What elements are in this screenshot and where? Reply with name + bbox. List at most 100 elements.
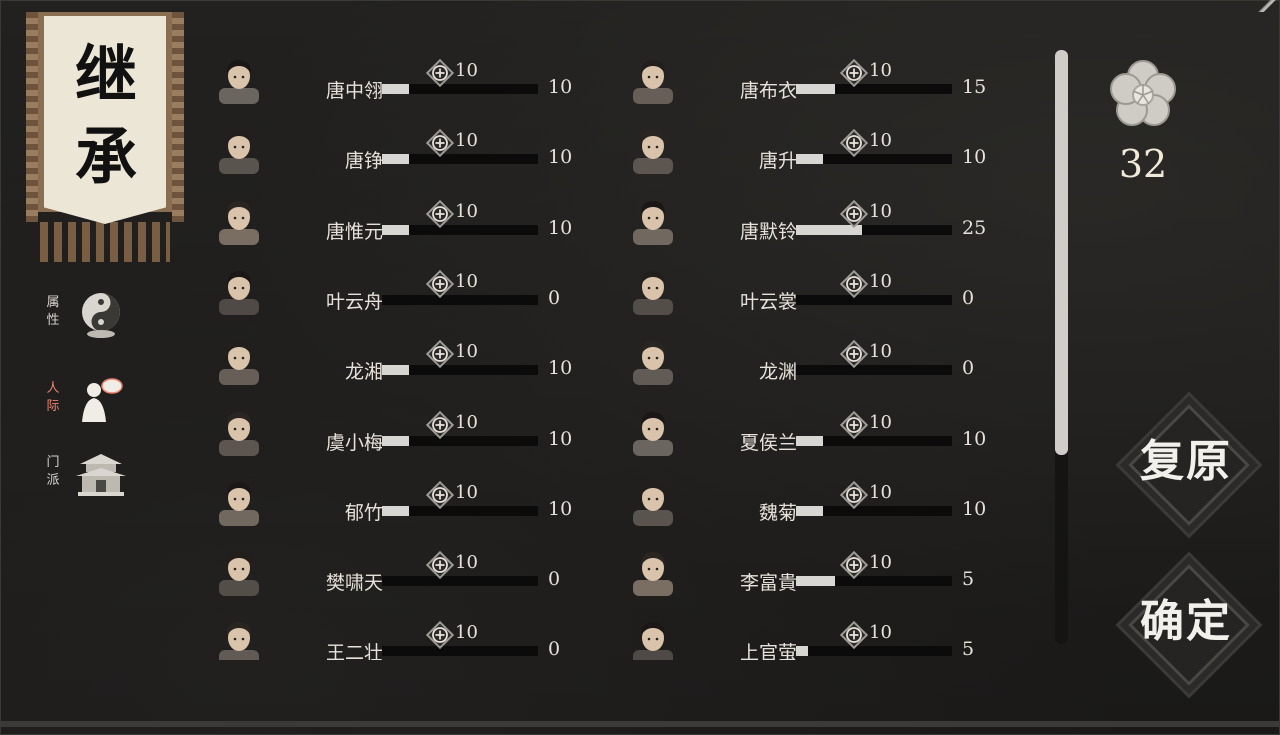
plus-amount: 10: [869, 60, 892, 81]
inheritance-banner: 继 承: [26, 12, 184, 262]
plus-icon[interactable]: [425, 58, 455, 88]
scrollbar[interactable]: [1055, 50, 1068, 644]
plus-icon[interactable]: [425, 269, 455, 299]
relation-value: 0: [548, 568, 561, 591]
character-row: 叶云舟 10 0: [215, 263, 615, 323]
plus-icon[interactable]: [425, 199, 455, 229]
character-row: 虞小梅 10 10: [215, 404, 615, 464]
relation-bar-fill: [382, 84, 409, 94]
character-portrait: [629, 614, 677, 660]
character-portrait: [215, 404, 263, 456]
corner-decoration: [1256, 0, 1278, 12]
character-portrait: [215, 193, 263, 245]
relation-bar: [796, 294, 952, 305]
confirm-button[interactable]: 确定: [1122, 558, 1250, 686]
relation-bar: [796, 84, 952, 94]
character-row: 李富貴 10 5: [629, 544, 1029, 604]
character-row: 唐布衣 10 15: [629, 52, 1029, 112]
plus-icon[interactable]: [425, 620, 455, 650]
relation-bar-fill: [796, 646, 809, 657]
plus-icon[interactable]: [839, 410, 869, 440]
nav-attributes[interactable]: 属性: [44, 290, 134, 344]
nav-relations[interactable]: 人际: [44, 376, 134, 430]
plus-amount: 10: [455, 270, 478, 292]
bottom-divider: [0, 721, 1280, 727]
plus-icon[interactable]: [425, 410, 455, 440]
relation-value: 10: [548, 497, 573, 520]
plus-icon[interactable]: [839, 128, 869, 158]
character-row: 唐中翎 10 10: [215, 52, 615, 112]
relation-bar: [796, 154, 952, 165]
plus-amount: 10: [869, 200, 892, 222]
character-row: 唐惟元 10 10: [215, 193, 615, 253]
banner-edge-right: [172, 12, 184, 222]
plus-icon[interactable]: [839, 620, 869, 650]
plus-icon[interactable]: [425, 339, 455, 369]
relation-value: 5: [962, 638, 975, 660]
relation-value: 15: [962, 76, 987, 98]
relation-bar: [382, 365, 538, 376]
plus-icon[interactable]: [425, 128, 455, 158]
banner-title: 继 承: [66, 34, 146, 198]
character-portrait: [629, 333, 677, 386]
plus-icon[interactable]: [839, 550, 869, 580]
banner-title-char-2: 承: [74, 120, 137, 193]
relation-value: 0: [548, 638, 561, 660]
relation-bar-fill: [382, 505, 409, 516]
banner-fringe: [40, 222, 170, 262]
character-row: 叶云裳 10 0: [629, 263, 1029, 323]
character-row: 郁竹 10 10: [215, 474, 615, 534]
plus-amount: 10: [455, 130, 478, 152]
plus-icon[interactable]: [839, 199, 869, 229]
banner-edge-left: [26, 12, 38, 222]
relation-value: 10: [548, 76, 573, 98]
relation-bar: [796, 646, 952, 657]
character-row: 龙渊 10 0: [629, 333, 1029, 393]
banner-title-char-1: 继: [74, 38, 137, 111]
relation-bar-fill: [796, 154, 823, 165]
character-portrait: [629, 404, 677, 456]
plus-icon[interactable]: [839, 480, 869, 510]
plus-amount: 10: [455, 341, 478, 363]
plus-icon[interactable]: [839, 58, 869, 88]
relation-bar: [382, 576, 538, 587]
character-portrait: [215, 544, 263, 597]
relation-value: 10: [548, 357, 573, 380]
character-name: 王二壮: [325, 642, 383, 660]
character-list: 唐中翎 10 10 唐铮 10 10 唐惟元 10 10 叶云舟 10 0 龙湘 10 10 虞小梅 10 10 郁…: [215, 52, 1045, 660]
plus-icon[interactable]: [839, 339, 869, 369]
character-name: 郁竹: [344, 501, 383, 524]
character-portrait: [629, 122, 677, 175]
character-portrait: [629, 544, 677, 597]
relation-value: 25: [962, 216, 987, 239]
plus-icon[interactable]: [425, 550, 455, 580]
plus-amount: 10: [455, 411, 478, 433]
relation-bar: [382, 84, 538, 94]
plus-amount: 10: [869, 552, 892, 574]
relation-bar-fill: [382, 224, 409, 235]
character-name: 唐默铃: [739, 220, 797, 243]
plus-amount: 10: [455, 552, 478, 574]
character-row: 唐默铃 10 25: [629, 193, 1029, 253]
relation-bar-fill: [796, 84, 835, 94]
scrollbar-thumb[interactable]: [1055, 50, 1068, 455]
relation-bar: [382, 646, 538, 657]
reset-button[interactable]: 复原: [1122, 398, 1250, 526]
plus-icon[interactable]: [425, 480, 455, 510]
plus-amount: 10: [455, 200, 478, 222]
character-name: 龙湘: [344, 361, 383, 384]
character-name: 樊啸天: [325, 572, 383, 595]
plus-icon[interactable]: [839, 269, 869, 299]
plus-amount: 10: [455, 622, 478, 644]
plus-amount: 10: [869, 622, 892, 644]
character-row: 唐铮 10 10: [215, 122, 615, 182]
character-name: 夏侯兰: [739, 431, 797, 454]
character-portrait: [215, 263, 263, 315]
nav-attributes-label: 属性: [46, 295, 60, 328]
relation-bar: [382, 154, 538, 165]
relation-bar-fill: [796, 435, 823, 446]
relation-value: 5: [962, 568, 975, 591]
nav-sect[interactable]: 门派: [44, 450, 134, 504]
character-name: 虞小梅: [325, 431, 383, 454]
plus-amount: 10: [869, 130, 892, 152]
